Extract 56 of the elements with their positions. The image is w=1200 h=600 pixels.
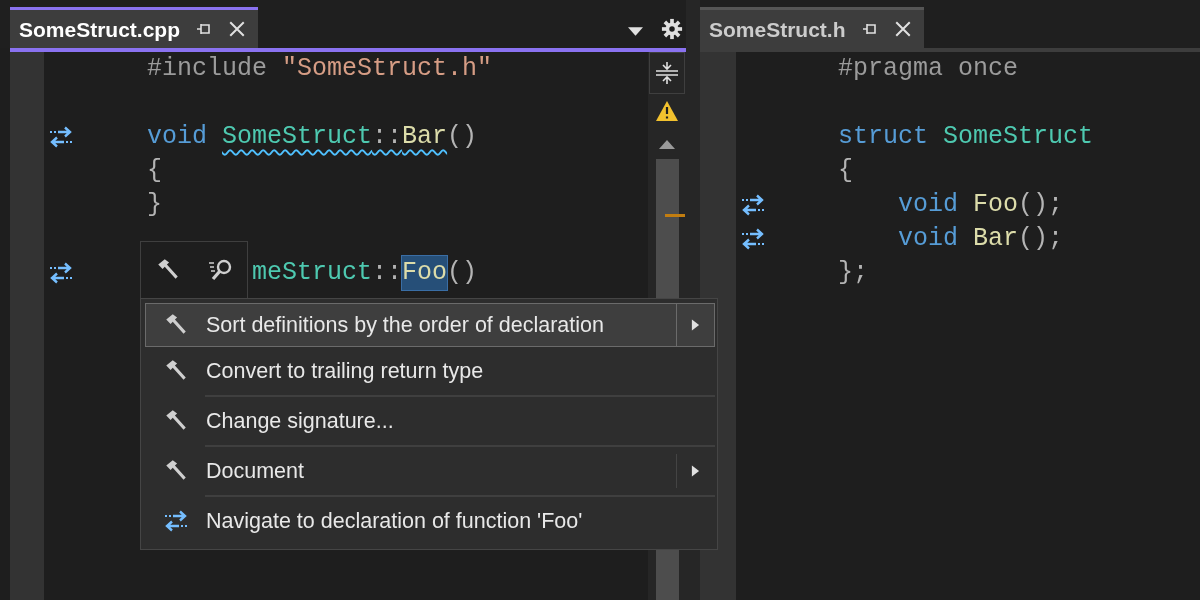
tab-title: SomeStruct.cpp: [19, 18, 181, 40]
swap-arrows-icon: [48, 262, 74, 284]
close-icon[interactable]: [893, 20, 912, 38]
settings-icon[interactable]: [661, 18, 683, 40]
code-token: (): [447, 257, 478, 289]
code-token: #pragma once: [838, 53, 1019, 85]
submenu-arrow-icon[interactable]: [691, 318, 700, 332]
menu-item[interactable]: Navigate to declaration of function 'Foo': [145, 497, 715, 545]
pin-icon[interactable]: [861, 21, 878, 37]
code-token: Bar: [973, 223, 1019, 255]
file-tab[interactable]: SomeStruct.cpp: [10, 7, 259, 48]
code-token: Foo: [973, 189, 1019, 221]
menu-item-label: Change signature...: [206, 407, 395, 435]
code-token: {: [147, 155, 162, 187]
code-token: void: [898, 223, 958, 255]
menu-item[interactable]: Document: [145, 447, 715, 495]
swap-arrows-icon: [740, 228, 766, 250]
search-icon[interactable]: [207, 257, 234, 283]
code-token: SomeStruct: [943, 121, 1094, 153]
code-token: ::: [372, 257, 403, 289]
code-token: Bar: [402, 121, 448, 153]
warning-icon[interactable]: [655, 100, 679, 122]
code-token: ();: [1018, 223, 1064, 255]
warning-marker: [665, 214, 685, 217]
code-token: SomeStruct: [222, 121, 373, 153]
file-tab[interactable]: SomeStruct.h: [700, 7, 924, 48]
code-token: meStruct: [252, 257, 373, 289]
code-token: void: [147, 121, 207, 153]
menu-item[interactable]: Sort definitions by the order of declaration: [145, 303, 715, 347]
menu-item-label: Convert to trailing return type: [206, 357, 485, 385]
tab-title: SomeStruct.h: [709, 18, 846, 40]
swap-arrows-icon: [48, 126, 74, 148]
code-token: struct: [838, 121, 928, 153]
code-token: }: [147, 189, 162, 221]
swap-arrows-icon: [163, 510, 189, 532]
code-token: };: [838, 257, 868, 289]
menu-item[interactable]: Convert to trailing return type: [145, 347, 715, 395]
pin-icon[interactable]: [196, 21, 213, 37]
menu-item[interactable]: Change signature...: [145, 397, 715, 445]
menu-item-label: Navigate to declaration of function 'Foo': [206, 507, 584, 535]
split-view-icon[interactable]: [655, 61, 679, 85]
swap-arrows-icon: [740, 194, 766, 216]
code-token: ::: [372, 121, 403, 153]
menu-item-label: Document: [206, 457, 305, 485]
code-token: {: [838, 155, 853, 187]
code-token: Foo: [402, 256, 448, 290]
code-token: (): [447, 121, 478, 153]
code-token: ();: [1018, 189, 1064, 221]
menu-item-label: Sort definitions by the order of declaration: [206, 311, 605, 339]
code-token: #include: [147, 53, 268, 85]
scroll-up-arrow-icon[interactable]: [659, 140, 675, 149]
code-token: void: [898, 189, 958, 221]
code-token: "SomeStruct.h": [282, 53, 493, 85]
submenu-arrow-icon[interactable]: [691, 464, 700, 478]
close-icon[interactable]: [228, 20, 247, 38]
dropdown-arrow-icon[interactable]: [628, 27, 643, 36]
